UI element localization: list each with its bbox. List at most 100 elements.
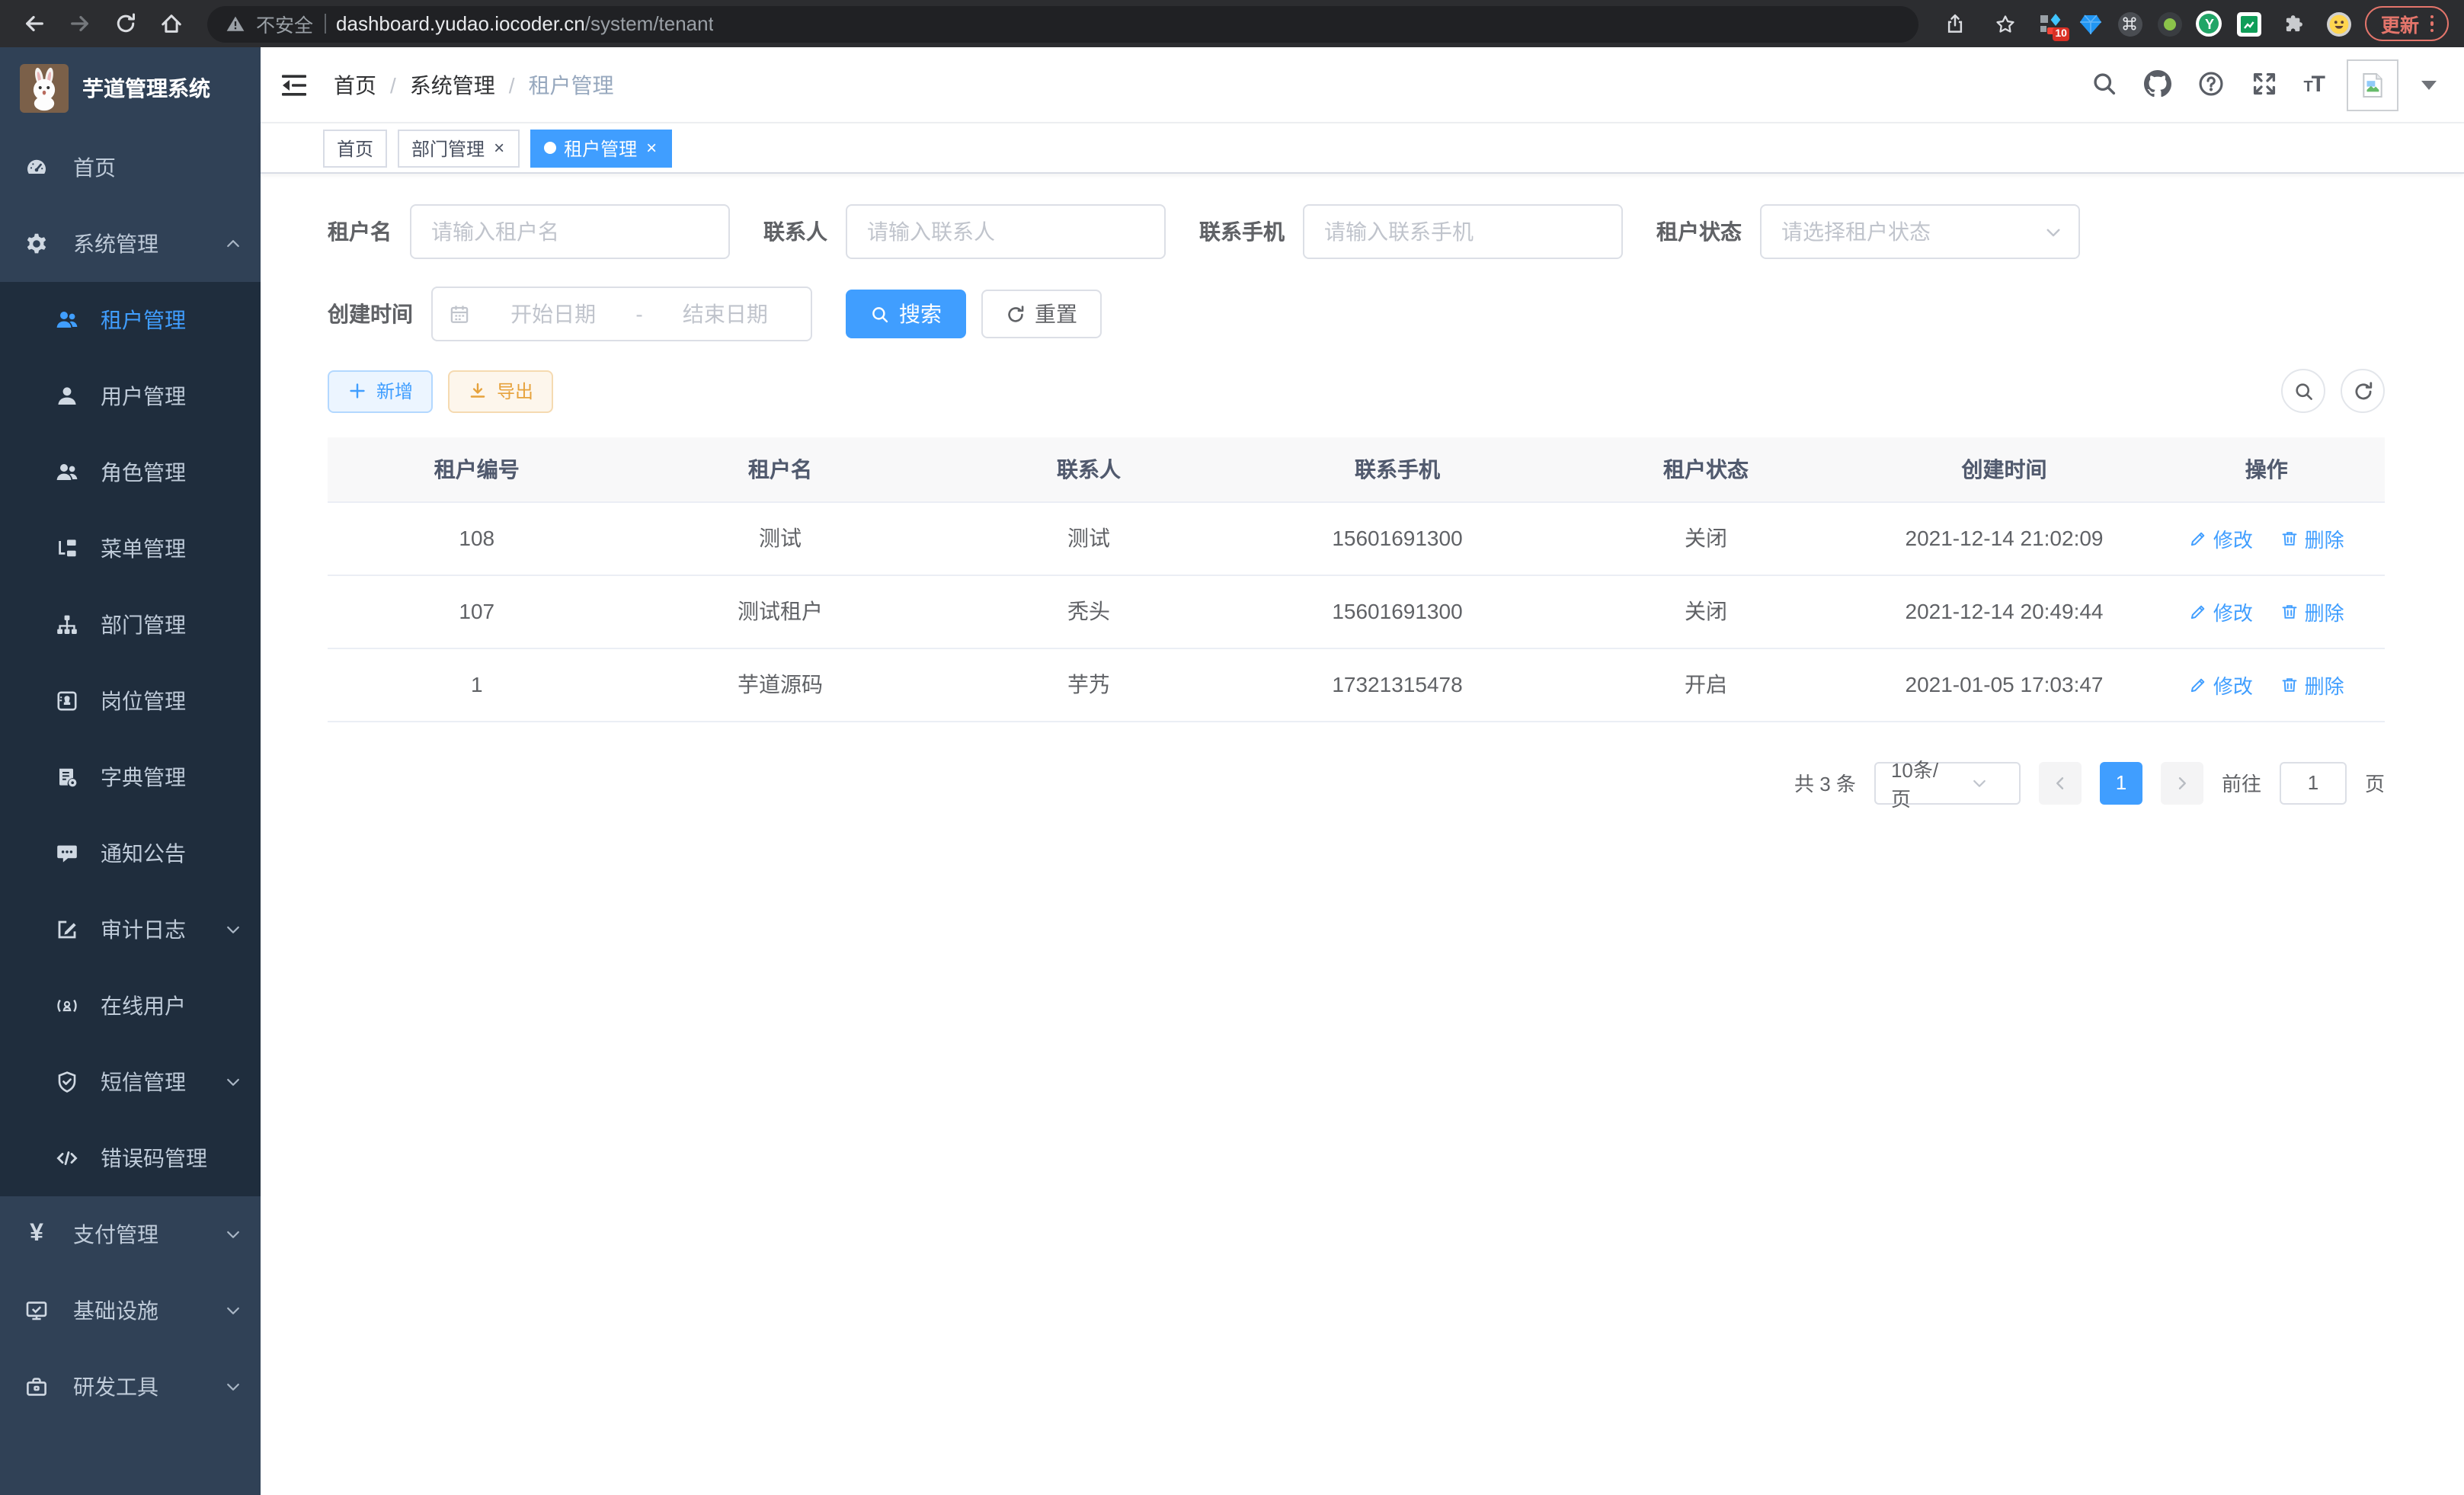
fullscreen-icon[interactable]	[2250, 69, 2280, 100]
sidebar-item-error-code[interactable]: 错误码管理	[0, 1120, 261, 1196]
add-button[interactable]: 新增	[328, 370, 433, 412]
trash-icon	[2280, 674, 2300, 694]
avatar-dropdown-caret-icon[interactable]	[2421, 80, 2437, 89]
bookmark-star-icon[interactable]	[1988, 5, 2024, 42]
search-button[interactable]: 搜索	[846, 290, 966, 338]
app-title: 芋道管理系统	[82, 73, 210, 104]
search-icon	[870, 304, 890, 324]
sidebar-item-devtools[interactable]: 研发工具	[0, 1349, 261, 1425]
tab-home[interactable]: 首页	[323, 129, 387, 167]
gear-icon	[24, 232, 49, 256]
address-bar[interactable]: 不安全 dashboard.yudao.iocoder.cn/system/te…	[207, 5, 1919, 42]
help-icon[interactable]	[2197, 69, 2227, 100]
top-navbar: 首页 / 系统管理 / 租户管理 TT	[261, 47, 2464, 123]
extension-gem-icon[interactable]	[2078, 11, 2104, 37]
page-number-button[interactable]: 1	[2100, 761, 2142, 804]
navbar-actions: TT	[2090, 59, 2437, 110]
sidebar-item-post[interactable]: 岗位管理	[0, 663, 261, 739]
chevron-down-icon	[224, 1301, 242, 1320]
column-header: 联系手机	[1243, 437, 1552, 501]
app-logo: 芋道管理系统	[0, 47, 261, 130]
phone-input[interactable]	[1303, 204, 1623, 259]
sidebar-item-role[interactable]: 角色管理	[0, 434, 261, 511]
tenant-name-input[interactable]	[410, 204, 730, 259]
tab-dept[interactable]: 部门管理 ×	[398, 129, 520, 167]
chevron-down-icon	[1950, 773, 2008, 792]
sidebar-toggle-icon[interactable]	[279, 69, 309, 100]
browser-update-button[interactable]: 更新	[2366, 6, 2449, 41]
sidebar-item-dept[interactable]: 部门管理	[0, 587, 261, 663]
refresh-table-button[interactable]	[2341, 369, 2385, 413]
update-label: 更新	[2381, 9, 2419, 38]
delete-link[interactable]: 删除	[2280, 670, 2344, 699]
sidebar-item-dict[interactable]: 字典管理	[0, 739, 261, 815]
profile-emoji-avatar[interactable]	[2326, 11, 2352, 37]
extension-blocks-icon[interactable]: 10	[2038, 11, 2064, 37]
sidebar: 芋道管理系统 首页 系统管理 租户管理	[0, 47, 261, 1495]
column-header: 创建时间	[1861, 437, 2149, 501]
page-size-select[interactable]: 10条/页	[1874, 761, 2021, 804]
sidebar-item-home[interactable]: 首页	[0, 130, 261, 206]
browser-back-button[interactable]	[15, 5, 52, 42]
extension-slides-icon[interactable]	[2236, 11, 2262, 37]
github-icon[interactable]	[2143, 69, 2174, 100]
next-page-button[interactable]	[2161, 761, 2203, 804]
prev-page-button[interactable]	[2039, 761, 2082, 804]
browser-home-button[interactable]	[152, 5, 189, 42]
extension-y-icon[interactable]: Y	[2197, 11, 2222, 37]
url-host: dashboard.yudao.iocoder.cn	[336, 12, 585, 35]
delete-link[interactable]: 删除	[2280, 597, 2344, 626]
extension-badge: 10	[2052, 27, 2070, 41]
browser-toolbar-right: 10 Y 更新	[1938, 5, 2449, 42]
url-text: dashboard.yudao.iocoder.cn/system/tenant	[336, 12, 714, 35]
goto-page-input[interactable]	[2280, 761, 2347, 804]
chevron-up-icon	[224, 235, 242, 253]
sidebar-item-system[interactable]: 系统管理	[0, 206, 261, 282]
browser-forward-button[interactable]	[61, 5, 98, 42]
show-search-button[interactable]	[2281, 369, 2325, 413]
sidebar-item-tenant[interactable]: 租户管理	[0, 282, 261, 358]
contact-input[interactable]	[846, 204, 1166, 259]
sidebar-item-sms[interactable]: 短信管理	[0, 1044, 261, 1120]
edit-link[interactable]: 修改	[2189, 670, 2253, 699]
search-icon[interactable]	[2090, 69, 2120, 100]
extensions-puzzle-icon[interactable]	[2276, 5, 2312, 42]
font-size-icon[interactable]: TT	[2303, 72, 2324, 98]
security-label: 不安全	[256, 9, 313, 38]
refresh-icon	[1006, 304, 1026, 324]
breadcrumb-system[interactable]: 系统管理	[410, 69, 495, 100]
browser-menu-kebab-icon[interactable]	[2430, 15, 2434, 33]
sidebar-item-notice[interactable]: 通知公告	[0, 815, 261, 892]
close-icon[interactable]: ×	[492, 139, 506, 157]
sidebar-item-audit-log[interactable]: 审计日志	[0, 892, 261, 968]
trash-icon	[2280, 601, 2300, 621]
pen-icon	[2189, 601, 2209, 621]
sidebar-item-infra[interactable]: 基础设施	[0, 1273, 261, 1349]
pagination: 共 3 条 10条/页 1 前往 页	[328, 761, 2385, 804]
sidebar-item-pay[interactable]: ¥ 支付管理	[0, 1196, 261, 1273]
breadcrumb-home[interactable]: 首页	[334, 69, 376, 100]
column-header: 租户状态	[1552, 437, 1861, 501]
users-icon	[55, 308, 79, 332]
delete-link[interactable]: 删除	[2280, 523, 2344, 552]
extension-command-icon[interactable]	[2117, 11, 2143, 37]
reset-button[interactable]: 重置	[981, 290, 1102, 338]
share-icon[interactable]	[1938, 5, 1974, 42]
pen-icon	[2189, 528, 2209, 548]
chevron-down-icon	[224, 920, 242, 939]
date-range-picker[interactable]: 开始日期 - 结束日期	[431, 287, 812, 341]
yen-icon: ¥	[24, 1221, 49, 1248]
sidebar-item-user[interactable]: 用户管理	[0, 358, 261, 434]
sidebar-item-menu[interactable]: 菜单管理	[0, 511, 261, 587]
extension-green-dot-icon[interactable]	[2157, 11, 2183, 37]
export-button[interactable]: 导出	[448, 370, 553, 412]
tab-tenant[interactable]: 租户管理 ×	[530, 129, 672, 167]
avatar[interactable]	[2347, 59, 2398, 110]
edit-link[interactable]: 修改	[2189, 523, 2253, 552]
status-select[interactable]: 请选择租户状态	[1760, 204, 2080, 259]
edit-link[interactable]: 修改	[2189, 597, 2253, 626]
column-header: 租户名	[626, 437, 935, 501]
browser-reload-button[interactable]	[107, 5, 143, 42]
sidebar-item-online-user[interactable]: 在线用户	[0, 968, 261, 1044]
close-icon[interactable]: ×	[645, 139, 658, 157]
